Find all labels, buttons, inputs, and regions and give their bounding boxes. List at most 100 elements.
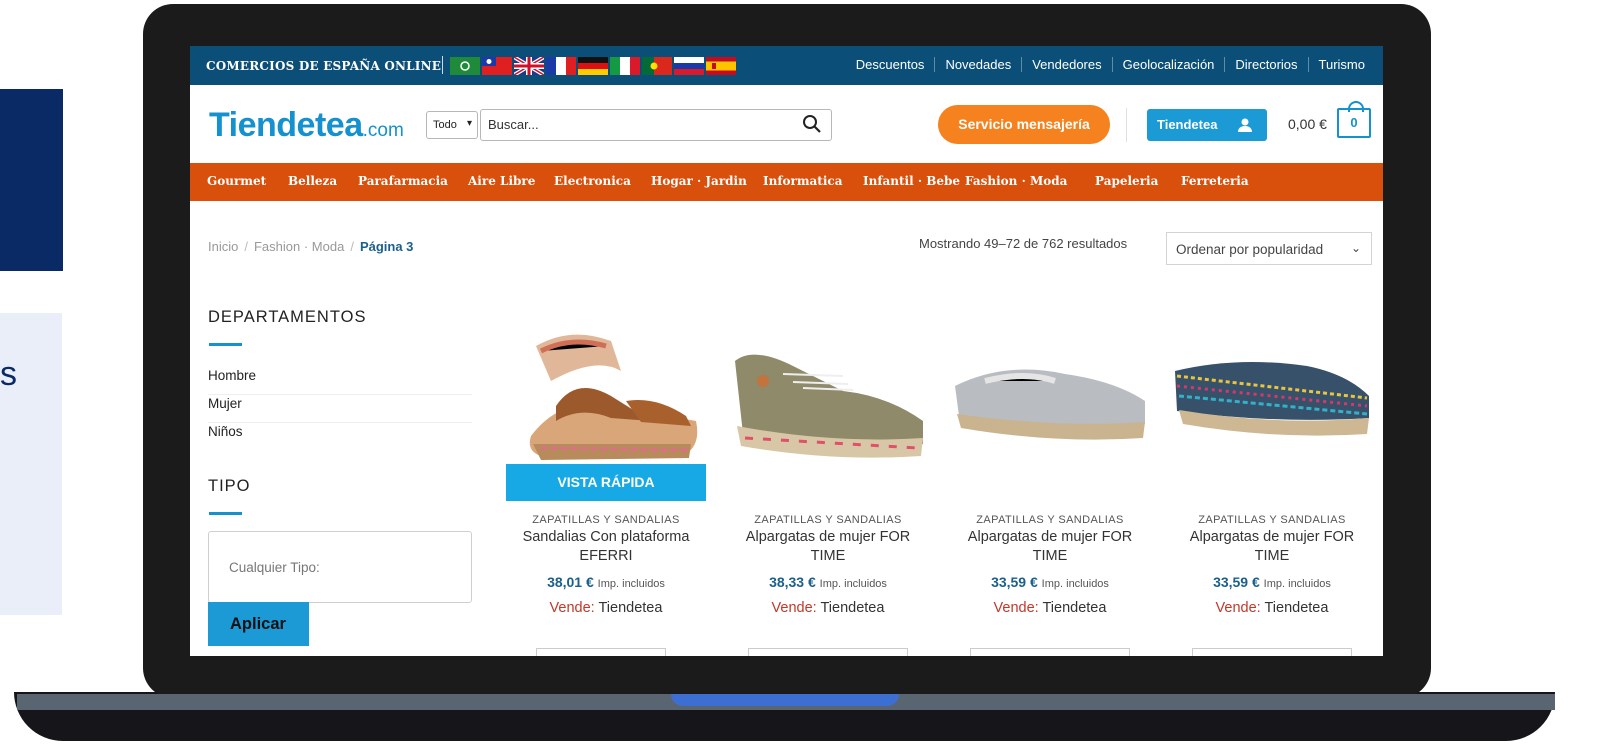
header-divider (1126, 108, 1127, 142)
tax-note: Imp. incluidos (1041, 578, 1109, 590)
nav-item-fashion-moda[interactable]: Fashion · Moda (965, 174, 1067, 188)
flag-icon-italian[interactable] (610, 57, 640, 75)
departments-list: Hombre Mujer Niños (208, 367, 472, 451)
search-icon[interactable] (801, 113, 823, 135)
flag-icon-spanish[interactable] (706, 57, 736, 75)
product-price: 33,59 € Imp. incluidos (991, 574, 1109, 590)
flag-icon-chinese[interactable] (482, 57, 512, 75)
cart-icon[interactable]: 0 (1337, 101, 1371, 138)
seller-label: Vende: (771, 600, 817, 616)
quick-view-button[interactable]: VISTA RÁPIDA (506, 464, 706, 501)
top-link-directorios[interactable]: Directorios (1224, 57, 1307, 72)
nav-item-belleza[interactable]: Belleza (288, 174, 337, 188)
department-item-hombre[interactable]: Hombre (208, 367, 472, 395)
product-card[interactable]: ZAPATILLAS Y SANDALIAS Alpargatas de muj… (723, 326, 933, 656)
top-bar-divider (442, 56, 443, 74)
product-seller: Vende: Tiendetea (501, 600, 711, 616)
top-links: Descuentos Novedades Vendedores Geolocal… (846, 57, 1375, 72)
seller-name[interactable]: Tiendetea (1264, 600, 1328, 616)
product-category: ZAPATILLAS Y SANDALIAS (1198, 514, 1346, 526)
site-logo[interactable]: Tiendetea.com (209, 106, 404, 145)
seller-name[interactable]: Tiendetea (820, 600, 884, 616)
flag-icon-french[interactable] (546, 57, 576, 75)
nav-item-aire-libre[interactable]: Aire Libre (468, 174, 535, 188)
add-to-cart-button[interactable] (970, 648, 1130, 656)
cart-total[interactable]: 0,00 € (1288, 116, 1327, 132)
flag-icon-portuguese[interactable] (642, 57, 672, 75)
seller-name[interactable]: Tiendetea (1042, 600, 1106, 616)
product-image[interactable] (945, 326, 1155, 466)
flag-icon-russian[interactable] (674, 57, 704, 75)
product-title[interactable]: Sandalias Con plataforma EFERRI (501, 528, 711, 566)
nav-item-ferreteria[interactable]: Ferreteria (1181, 174, 1249, 188)
breadcrumb-section[interactable]: Fashion · Moda (254, 239, 344, 254)
top-link-novedades[interactable]: Novedades (934, 57, 1021, 72)
flag-icon-german[interactable] (578, 57, 608, 75)
product-title[interactable]: Alpargatas de mujer FOR TIME (1167, 528, 1377, 566)
product-price: 33,59 € Imp. incluidos (1213, 574, 1331, 590)
nav-item-hogar-jardin[interactable]: Hogar · Jardin (651, 174, 747, 188)
main-nav: Gourmet Belleza Parafarmacia Aire Libre … (190, 163, 1383, 201)
top-link-turismo[interactable]: Turismo (1307, 57, 1375, 72)
seller-label: Vende: (549, 600, 595, 616)
laptop-notch (671, 694, 899, 706)
product-seller: Vende: Tiendetea (723, 600, 933, 616)
breadcrumb-current: Página 3 (359, 239, 414, 254)
add-to-cart-button[interactable] (536, 648, 666, 656)
departments-title-underline (209, 343, 242, 346)
product-category: ZAPATILLAS Y SANDALIAS (754, 514, 902, 526)
tax-note: Imp. incluidos (1263, 578, 1331, 590)
courier-service-button[interactable]: Servicio mensajería (938, 105, 1110, 144)
nav-item-parafarmacia[interactable]: Parafarmacia (358, 174, 448, 188)
type-select[interactable]: Cualquier Tipo: (208, 531, 472, 603)
search-input[interactable]: Buscar... (480, 109, 832, 141)
product-card[interactable]: ZAPATILLAS Y SANDALIAS Alpargatas de muj… (1167, 326, 1377, 656)
nav-item-gourmet[interactable]: Gourmet (207, 174, 266, 188)
product-seller: Vende: Tiendetea (945, 600, 1155, 616)
account-button[interactable]: Tiendetea (1147, 109, 1267, 141)
top-link-geolocalizacion[interactable]: Geolocalización (1111, 57, 1225, 72)
product-image[interactable] (1167, 326, 1377, 466)
add-to-cart-button[interactable] (1192, 648, 1352, 656)
user-icon (1238, 118, 1252, 132)
browser-screen: COMERCIOS DE ESPAÑA ONLINE Descuentos No… (190, 46, 1383, 656)
breadcrumb-home[interactable]: Inicio (208, 239, 238, 254)
sort-select[interactable]: Ordenar por popularidad ⌄ (1166, 232, 1372, 265)
product-card[interactable]: ZAPATILLAS Y SANDALIAS Alpargatas de muj… (945, 326, 1155, 656)
category-select[interactable]: Todo ▾ (426, 111, 478, 139)
product-image[interactable] (723, 326, 933, 466)
nav-item-informatica[interactable]: Informatica (763, 174, 842, 188)
product-seller: Vende: Tiendetea (1167, 600, 1377, 616)
seller-name[interactable]: Tiendetea (598, 600, 662, 616)
product-image[interactable] (501, 326, 711, 466)
nav-item-infantil-bebe[interactable]: Infantil · Bebe (863, 174, 960, 188)
seller-label: Vende: (1215, 600, 1261, 616)
logo-suffix: .com (362, 120, 404, 141)
top-bar: COMERCIOS DE ESPAÑA ONLINE Descuentos No… (190, 46, 1383, 85)
side-panel-text: s (0, 355, 17, 393)
category-select-value: Todo (433, 119, 457, 131)
product-title[interactable]: Alpargatas de mujer FOR TIME (945, 528, 1155, 566)
type-title-underline (209, 512, 242, 515)
page-stage: s COMERCIOS DE ESPAÑA ONLINE Descuentos (0, 0, 1613, 749)
breadcrumb: Inicio / Fashion · Moda / Página 3 (208, 239, 414, 254)
add-to-cart-button[interactable] (748, 648, 908, 656)
sort-select-value: Ordenar por popularidad (1176, 242, 1324, 257)
department-item-mujer[interactable]: Mujer (208, 395, 472, 423)
flag-icon-english[interactable] (514, 57, 544, 75)
language-flags (450, 57, 736, 75)
nav-item-electronica[interactable]: Electronica (554, 174, 631, 188)
product-price: 38,01 € Imp. incluidos (547, 574, 665, 590)
top-bar-brand[interactable]: COMERCIOS DE ESPAÑA ONLINE (206, 59, 441, 73)
top-link-vendedores[interactable]: Vendedores (1021, 57, 1111, 72)
tax-note: Imp. incluidos (819, 578, 887, 590)
product-title[interactable]: Alpargatas de mujer FOR TIME (723, 528, 933, 566)
side-panel-dark (0, 89, 63, 271)
apply-filter-button[interactable]: Aplicar (208, 602, 309, 646)
flag-icon-arabic[interactable] (450, 57, 480, 75)
nav-item-papeleria[interactable]: Papeleria (1095, 174, 1158, 188)
department-item-ninos[interactable]: Niños (208, 423, 472, 451)
top-link-descuentos[interactable]: Descuentos (846, 57, 935, 72)
account-button-label: Tiendetea (1157, 117, 1218, 132)
cart-count: 0 (1350, 115, 1358, 130)
